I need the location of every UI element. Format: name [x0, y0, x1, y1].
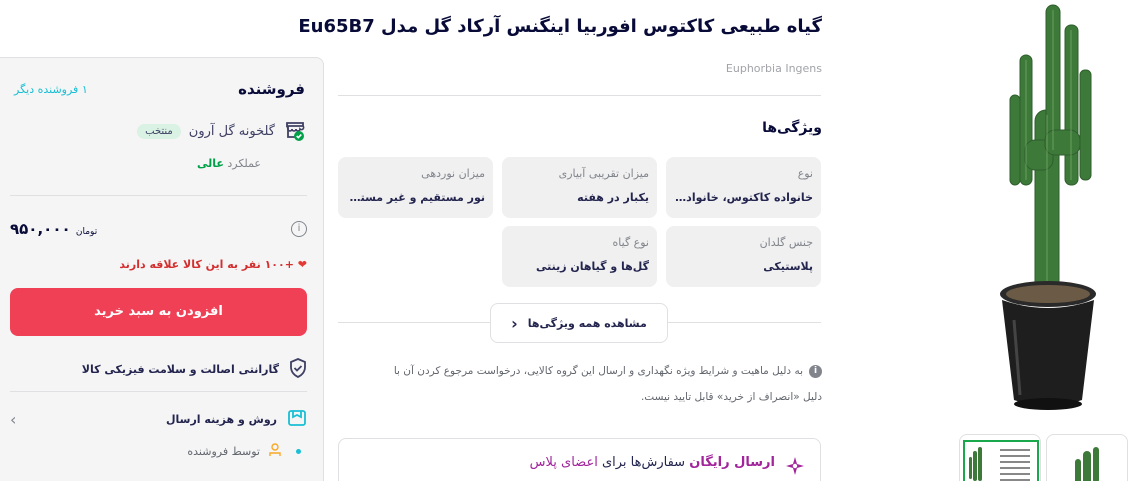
- chevron-left-icon: ‹: [10, 410, 17, 429]
- notice-line-2: دلیل «انصراف از خرید» قابل تایید نیست.: [640, 391, 822, 403]
- feature-value: پلاستیکی: [763, 260, 813, 273]
- heart-icon: ❤: [297, 258, 307, 271]
- return-policy-notice: i به دلیل ماهیت و شرایط ویژه نگهداری و ار…: [338, 358, 822, 410]
- info-icon: i: [809, 364, 822, 378]
- features-title: ویژگی‌ها: [762, 120, 822, 136]
- thumbnail-image[interactable]: [959, 434, 1041, 481]
- selected-badge: منتخب: [137, 123, 181, 139]
- feature-key: میزان نوردهی: [421, 167, 485, 180]
- feature-value: گل‌ها و گیاهان زینتی: [535, 260, 649, 273]
- see-all-features-button[interactable]: › مشاهده همه ویژگی‌ها: [490, 303, 668, 343]
- favorites-text: +۱۰۰ نفر به این کالا علاقه دارند: [119, 258, 294, 271]
- chevron-right-icon: ›: [511, 313, 518, 333]
- free-shipping-rest: سفارش‌ها برای: [601, 455, 686, 470]
- see-all-label: مشاهده همه ویژگی‌ها: [527, 316, 647, 330]
- other-sellers-link[interactable]: ۱ فروشنده دیگر: [14, 83, 88, 96]
- performance-label: عملکرد: [227, 157, 261, 170]
- by-seller-text: توسط فروشنده: [187, 445, 260, 458]
- divider: [338, 95, 821, 96]
- price: تومان ۹۵۰,۰۰۰: [10, 220, 97, 238]
- info-icon[interactable]: i: [291, 221, 307, 237]
- price-value: ۹۵۰,۰۰۰: [10, 220, 71, 238]
- feature-value: نور مستقیم و غیر مستقیم: [346, 191, 485, 204]
- guarantee-text: گارانتی اصالت و سلامت فیزیکی کالا: [81, 363, 279, 376]
- free-shipping-text: ارسال رایگان سفارش‌ها برای اعضای پلاس: [530, 455, 775, 470]
- performance-value: عالی: [196, 157, 224, 170]
- feature-key: نوع: [797, 167, 813, 180]
- divider: [10, 391, 307, 392]
- add-to-cart-button[interactable]: افزودن به سبد خرید: [10, 288, 307, 336]
- plus-sparkle-icon: [786, 457, 804, 475]
- feature-card: نوع خانواده کاکتوس، خانواده‌س...: [666, 157, 821, 218]
- seller-name[interactable]: گلخونه گل آرون: [189, 124, 275, 139]
- thumbnail-image[interactable]: [1046, 434, 1128, 481]
- seller-panel: فروشنده ۱ فروشنده دیگر گلخونه گل آرون من…: [0, 57, 324, 481]
- divider: [10, 195, 307, 196]
- currency-label: تومان: [75, 227, 98, 237]
- shipping-icon: [287, 408, 307, 431]
- feature-card: جنس گلدان پلاستیکی: [666, 226, 821, 287]
- seller-section-title: فروشنده: [238, 80, 305, 98]
- free-shipping-banner[interactable]: ارسال رایگان سفارش‌ها برای اعضای پلاس: [338, 438, 821, 481]
- feature-key: جنس گلدان: [759, 236, 813, 249]
- feature-card: نوع گیاه گل‌ها و گیاهان زینتی: [502, 226, 657, 287]
- shipping-method-row[interactable]: روش و هزینه ارسال ‹: [10, 408, 307, 431]
- feature-value: یکبار در هفته: [577, 191, 649, 204]
- shipping-label: روش و هزینه ارسال: [165, 413, 277, 426]
- seller-performance: عملکرد عالی: [197, 157, 261, 170]
- favorites-note: ❤ +۱۰۰ نفر به این کالا علاقه دارند: [10, 258, 307, 271]
- feature-key: نوع گیاه: [612, 236, 649, 249]
- guarantee-row: گارانتی اصالت و سلامت فیزیکی کالا: [10, 358, 307, 381]
- feature-key: میزان تقریبی آبیاری: [558, 167, 649, 180]
- seller-info-row[interactable]: گلخونه گل آرون منتخب: [137, 118, 307, 144]
- product-title: گیاه طبیعی کاکتوس افوربیا اینگنس آرکاد گ…: [298, 16, 822, 37]
- price-row: تومان ۹۵۰,۰۰۰ i: [10, 220, 307, 238]
- bullet-dot: [296, 449, 301, 454]
- feature-card: میزان نوردهی نور مستقیم و غیر مستقیم: [338, 157, 493, 218]
- seller-delivery-icon: [268, 443, 282, 460]
- free-shipping-lead: ارسال رایگان: [689, 455, 775, 470]
- plus-members-text: اعضای پلاس: [529, 455, 598, 470]
- product-main-image[interactable]: [990, 0, 1129, 425]
- feature-value: خانواده کاکتوس، خانواده‌س...: [674, 191, 813, 204]
- product-english-title: Euphorbia Ingens: [725, 62, 822, 75]
- notice-line-1: به دلیل ماهیت و شرایط ویژه نگهداری و ارس…: [393, 365, 803, 377]
- store-icon: [283, 119, 307, 143]
- feature-card: میزان تقریبی آبیاری یکبار در هفته: [502, 157, 657, 218]
- by-seller-row: توسط فروشنده: [10, 443, 307, 460]
- shield-icon: [289, 358, 307, 381]
